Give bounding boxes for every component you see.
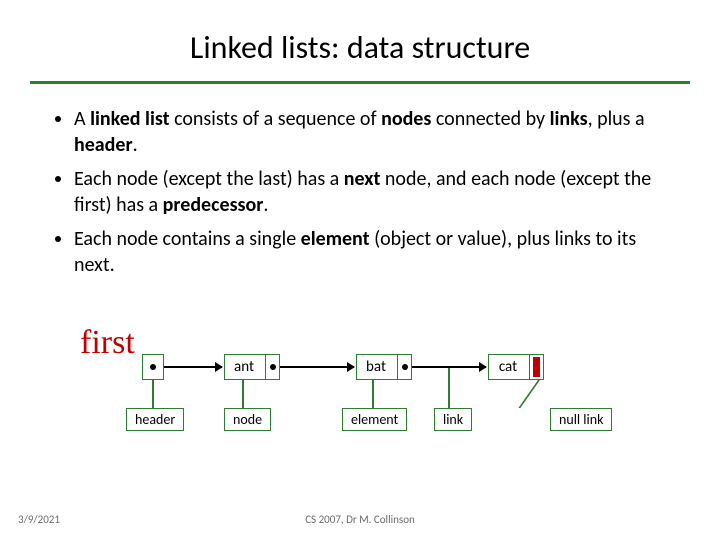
text: . <box>133 133 138 157</box>
link-arrow <box>164 366 222 368</box>
label-connector <box>518 380 540 408</box>
label-nulllink: null link <box>550 408 612 431</box>
pointer-cell <box>143 355 163 379</box>
null-pointer-cell <box>529 355 543 379</box>
dot-icon <box>402 364 408 370</box>
footer-course: CS 2007, Dr M. Collinson <box>0 513 720 526</box>
linked-list-diagram: first ant bat cat header node <box>60 330 660 440</box>
label-link: link <box>434 408 472 431</box>
text: Each node contains a single <box>74 227 301 251</box>
text-bold: next <box>344 167 381 191</box>
text-bold: predecessor <box>163 193 264 217</box>
label-connector <box>242 380 244 408</box>
label-connector <box>152 380 154 408</box>
node-ant: ant <box>224 354 280 380</box>
label-connector <box>372 380 374 408</box>
slide-title: Linked lists: data structure <box>0 28 720 67</box>
text-bold: header <box>74 133 133 157</box>
bullet-list: A linked list consists of a sequence of … <box>0 84 720 278</box>
header-node <box>142 354 164 380</box>
text: . <box>263 193 268 217</box>
text: connected by <box>431 107 549 131</box>
node-element: cat <box>489 358 529 376</box>
label-element: element <box>342 408 407 431</box>
text: A <box>74 107 90 131</box>
text-bold: nodes <box>381 107 431 131</box>
pointer-cell <box>265 355 279 379</box>
text-bold: links <box>550 107 588 131</box>
node-element: bat <box>357 358 397 376</box>
dot-icon <box>270 364 276 370</box>
label-header: header <box>126 408 184 431</box>
bullet-1: A linked list consists of a sequence of … <box>74 106 668 158</box>
dot-icon <box>150 364 156 370</box>
node-bat: bat <box>356 354 412 380</box>
node-cat: cat <box>488 354 544 380</box>
bullet-2: Each node (except the last) has a next n… <box>74 166 668 218</box>
title-wrap: Linked lists: data structure <box>0 0 720 75</box>
text: Each node (except the last) has a <box>74 167 344 191</box>
link-arrow <box>280 366 354 368</box>
label-connector <box>448 368 450 408</box>
bullet-3: Each node contains a single element (obj… <box>74 226 668 278</box>
first-label: first <box>80 324 135 362</box>
null-bar-icon <box>533 357 540 377</box>
text-bold: element <box>301 227 370 251</box>
text: , plus a <box>588 107 645 131</box>
pointer-cell <box>397 355 411 379</box>
text: consists of a sequence of <box>170 107 382 131</box>
text-bold: linked list <box>90 107 169 131</box>
node-element: ant <box>225 358 265 376</box>
slide: Linked lists: data structure A linked li… <box>0 0 720 540</box>
label-node: node <box>224 408 271 431</box>
